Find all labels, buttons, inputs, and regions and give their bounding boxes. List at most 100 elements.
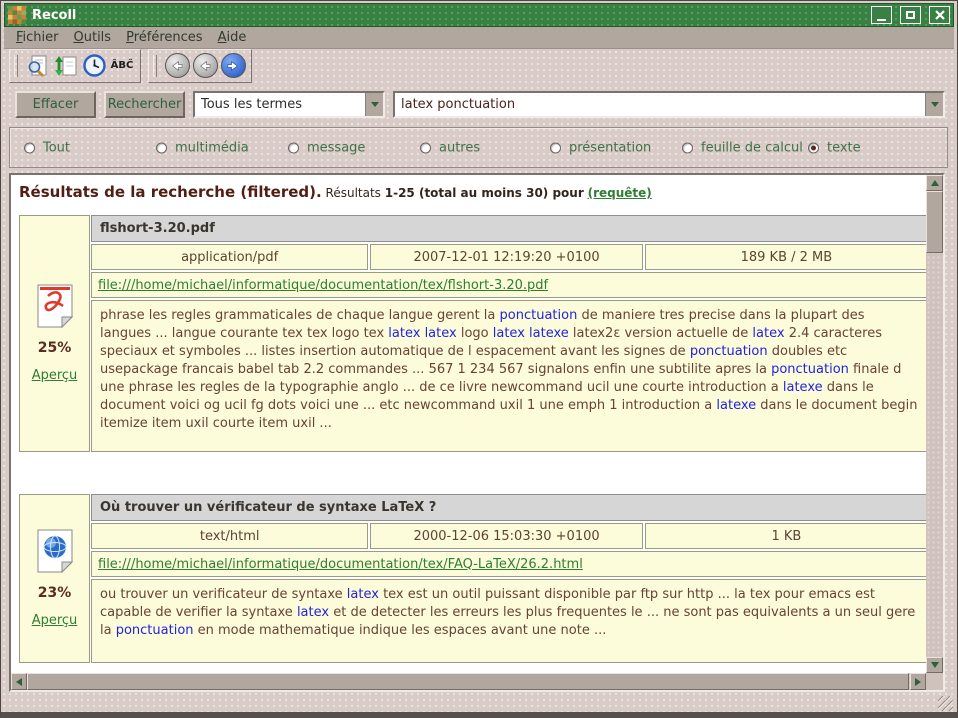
results-title: Résultats de la recherche (filtered). xyxy=(19,183,322,201)
arrow-left-icon xyxy=(193,53,218,78)
result-side-panel: 25% Aperçu xyxy=(19,215,90,452)
first-page-button[interactable] xyxy=(163,53,191,79)
arrow-down-icon xyxy=(931,662,939,668)
clock-icon xyxy=(83,54,106,77)
document-magnifier-icon xyxy=(26,54,50,78)
search-row: Effacer Rechercher Tous les termes xyxy=(15,91,945,118)
arrow-left-icon xyxy=(16,678,22,686)
vertical-scrollbar-track[interactable] xyxy=(926,253,943,657)
result-item: 25% Aperçu flshort-3.20.pdf application/… xyxy=(19,215,926,452)
menu-outils[interactable]: Outils xyxy=(74,30,112,45)
search-mode-value: Tous les termes xyxy=(195,97,365,112)
close-button[interactable] xyxy=(929,6,950,24)
preview-link[interactable]: Aperçu xyxy=(32,613,78,628)
vertical-scrollbar-thumb[interactable] xyxy=(926,191,943,253)
relevance-percent: 25% xyxy=(38,340,72,356)
horizontal-scrollbar[interactable] xyxy=(11,673,926,690)
result-side-panel: 23% Aperçu xyxy=(19,494,90,663)
radio-icon[interactable] xyxy=(288,142,299,153)
results-label: Résultats xyxy=(326,186,381,200)
filter-multimedia[interactable]: multimédia xyxy=(156,140,249,155)
window-title: Recoll xyxy=(32,8,863,23)
query-combobox xyxy=(393,91,945,118)
result-url-link[interactable]: file:///home/michael/informatique/docume… xyxy=(98,557,583,572)
scroll-right-button[interactable] xyxy=(910,673,926,690)
menu-preferences[interactable]: Préférences xyxy=(126,30,202,45)
close-icon xyxy=(935,10,945,20)
radio-icon[interactable] xyxy=(156,142,167,153)
arrow-up-icon xyxy=(931,180,939,186)
result-main: Où trouver un vérificateur de syntaxe La… xyxy=(91,494,926,663)
document-sort-icon xyxy=(54,54,78,78)
result-snippet: ou trouver un verificateur de syntaxe la… xyxy=(91,579,926,663)
search-query-input[interactable] xyxy=(395,97,925,112)
recoll-window: Recoll Fichier Outils Préférences Aide xyxy=(0,0,958,718)
result-title: flshort-3.20.pdf xyxy=(91,215,926,242)
result-url-row: file:///home/michael/informatique/docume… xyxy=(91,272,926,298)
menu-bar: Fichier Outils Préférences Aide xyxy=(4,27,954,49)
search-mode-select[interactable]: Tous les termes xyxy=(193,91,385,118)
arrow-right-icon xyxy=(221,53,246,78)
radio-icon[interactable] xyxy=(420,142,431,153)
arrow-right-icon xyxy=(915,678,921,686)
toolbar-group-tools: ÂBĈ xyxy=(9,49,141,83)
filter-message[interactable]: message xyxy=(288,140,365,155)
tool-bar: ÂBĈ xyxy=(4,49,954,82)
result-url-link[interactable]: file:///home/michael/informatique/docume… xyxy=(98,278,548,293)
result-mime: text/html xyxy=(91,523,368,549)
advanced-search-button[interactable] xyxy=(24,53,52,79)
results-viewport: Résultats de la recherche (filtered). Ré… xyxy=(11,175,926,673)
filter-tout[interactable]: Tout xyxy=(24,140,70,155)
resize-grip[interactable] xyxy=(938,696,953,711)
radio-icon[interactable] xyxy=(682,142,693,153)
filter-autres[interactable]: autres xyxy=(420,140,480,155)
scroll-up-button[interactable] xyxy=(926,175,943,191)
result-date: 2000-12-06 15:03:30 +0100 xyxy=(370,523,642,549)
toolbar-group-navigation xyxy=(148,49,252,83)
clear-button[interactable]: Effacer xyxy=(15,91,96,118)
scrollbar-corner xyxy=(926,673,943,690)
minimize-icon xyxy=(877,19,886,21)
result-meta-row: text/html 2000-12-06 15:03:30 +0100 1 KB xyxy=(91,523,926,549)
term-explorer-button[interactable]: ÂBĈ xyxy=(108,53,136,79)
horizontal-scrollbar-thumb[interactable] xyxy=(27,673,909,690)
query-details-link[interactable]: (requête) xyxy=(588,186,652,200)
query-history-dropdown-button[interactable] xyxy=(925,93,943,116)
search-button[interactable]: Rechercher xyxy=(104,91,185,118)
pdf-file-icon xyxy=(36,284,74,328)
previous-page-button[interactable] xyxy=(191,53,219,79)
result-snippet: phrase les regles grammaticales de chaqu… xyxy=(91,300,926,452)
toolbar-handle[interactable] xyxy=(14,55,18,77)
spell-abc-icon: ÂBĈ xyxy=(111,60,134,71)
scroll-left-button[interactable] xyxy=(11,673,27,690)
results-header: Résultats de la recherche (filtered). Ré… xyxy=(19,183,926,201)
result-size: 189 KB / 2 MB xyxy=(645,244,926,270)
scroll-down-button[interactable] xyxy=(926,657,943,673)
maximize-button[interactable] xyxy=(900,6,921,24)
minimize-button[interactable] xyxy=(871,6,892,24)
next-page-button[interactable] xyxy=(219,53,247,79)
relevance-percent: 23% xyxy=(38,585,72,601)
chevron-down-icon xyxy=(371,102,379,107)
radio-icon[interactable] xyxy=(808,142,819,153)
chevron-down-icon xyxy=(931,102,939,107)
maximize-icon xyxy=(906,11,915,19)
results-range: 1-25 (total au moins 30) pour xyxy=(385,186,584,200)
vertical-scrollbar[interactable] xyxy=(926,175,943,673)
radio-icon[interactable] xyxy=(24,142,35,153)
filter-feuille-de-calcul[interactable]: feuille de calcul xyxy=(682,140,803,155)
toolbar-handle[interactable] xyxy=(153,55,157,77)
filter-texte[interactable]: texte xyxy=(808,140,861,155)
title-bar: Recoll xyxy=(4,3,954,27)
result-size: 1 KB xyxy=(645,523,926,549)
result-item: 23% Aperçu Où trouver un vérificateur de… xyxy=(19,494,926,663)
sort-parameters-button[interactable] xyxy=(52,53,80,79)
dropdown-button[interactable] xyxy=(365,93,383,116)
preview-link[interactable]: Aperçu xyxy=(32,368,78,383)
result-meta-row: application/pdf 2007-12-01 12:19:20 +010… xyxy=(91,244,926,270)
menu-aide[interactable]: Aide xyxy=(218,30,247,45)
filter-presentation[interactable]: présentation xyxy=(550,140,651,155)
radio-icon[interactable] xyxy=(550,142,561,153)
menu-fichier[interactable]: Fichier xyxy=(16,30,59,45)
history-button[interactable] xyxy=(80,53,108,79)
